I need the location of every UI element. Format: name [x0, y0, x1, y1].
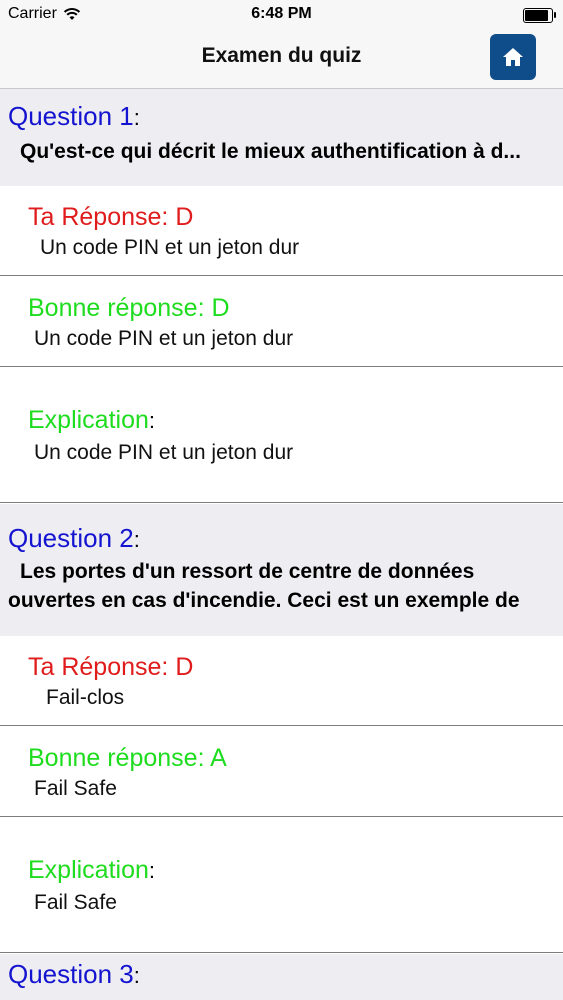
question-label: Question 3: — [8, 959, 140, 989]
question-header: Question 2: Les portes d'un ressort de c… — [0, 504, 563, 636]
explanation-label: Explication: — [28, 856, 156, 884]
your-answer-row[interactable]: Ta Réponse: D Un code PIN et un jeton du… — [0, 186, 563, 276]
your-answer-text: Fail-clos — [46, 686, 125, 709]
explanation-label: Explication: — [28, 406, 156, 434]
your-answer-label: Ta Réponse: D — [28, 203, 194, 231]
correct-answer-text: Un code PIN et un jeton dur — [34, 327, 294, 350]
your-answer-text: Un code PIN et un jeton dur — [40, 236, 300, 259]
question-text: Qu'est-ce qui décrit le mieux authentifi… — [20, 140, 521, 163]
explanation-text: Fail Safe — [34, 891, 117, 914]
question-number: Question 1 — [8, 101, 134, 131]
home-icon — [503, 48, 523, 66]
correct-answer-row[interactable]: Bonne réponse: D Un code PIN et un jeton… — [0, 277, 563, 367]
question-header: Question 1: Qu'est-ce qui décrit le mieu… — [0, 89, 563, 186]
page-title: Examen du quiz — [201, 44, 362, 67]
explanation-row[interactable]: Explication: Fail Safe — [0, 818, 563, 953]
correct-answer-label: Bonne réponse: A — [28, 744, 227, 772]
status-bar: Carrier 6:48 PM — [0, 0, 563, 30]
correct-answer-text: Fail Safe — [34, 777, 117, 800]
explanation-row[interactable]: Explication: Un code PIN et un jeton dur — [0, 368, 563, 503]
battery-fill — [525, 10, 548, 21]
question-text-line1: Les portes d'un ressort de centre de don… — [20, 560, 475, 583]
top-bar: Carrier 6:48 PM Examen du quiz — [0, 0, 563, 89]
your-answer-label: Ta Réponse: D — [28, 653, 194, 681]
question-number: Question 2 — [8, 523, 134, 553]
correct-answer-label: Bonne réponse: D — [28, 294, 230, 322]
question-label: Question 1: — [8, 101, 140, 131]
explanation-text: Un code PIN et un jeton dur — [34, 441, 294, 464]
status-time: 6:48 PM — [251, 5, 312, 22]
battery-icon — [523, 8, 556, 23]
your-answer-row[interactable]: Ta Réponse: D Fail-clos — [0, 636, 563, 726]
question-text-line2: ouvertes en cas d'incendie. Ceci est un … — [8, 589, 520, 612]
question-label: Question 2: — [8, 523, 140, 553]
question-number: Question 3 — [8, 959, 134, 989]
home-button[interactable] — [490, 34, 536, 80]
correct-answer-row[interactable]: Bonne réponse: A Fail Safe — [0, 727, 563, 817]
question-header: Question 3: — [0, 954, 563, 1000]
